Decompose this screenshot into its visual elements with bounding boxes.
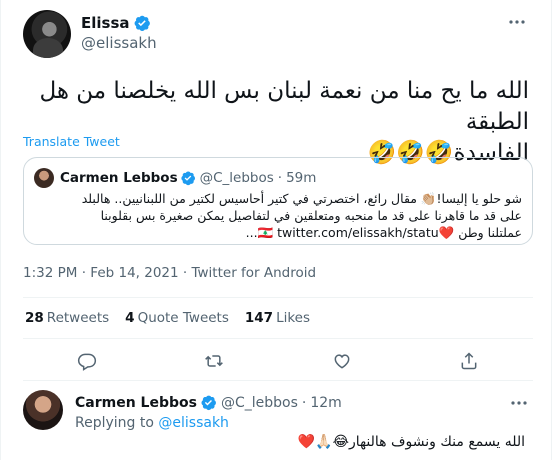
retweet-button[interactable] xyxy=(203,350,225,372)
author-names: Elissa @elissakh xyxy=(81,14,157,52)
divider xyxy=(23,297,533,298)
tweet-author: Elissa @elissakh xyxy=(23,10,157,58)
share-button[interactable] xyxy=(458,350,480,372)
quoted-author-handle: @C_lebbos xyxy=(199,170,274,186)
verified-badge-icon xyxy=(201,395,216,411)
more-options-icon[interactable] xyxy=(507,12,527,32)
separator: · xyxy=(277,170,283,186)
reply-author-handle[interactable]: @C_lebbos xyxy=(221,395,298,411)
quoted-text-line: عملتلنا وطن ❤️🇱🇧 twitter.com/elissakh/st… xyxy=(245,225,522,240)
reply-time[interactable]: 12m xyxy=(310,395,341,411)
tweet-detail-panel: Elissa @elissakh الله ما يح منا من نعمة … xyxy=(0,0,552,460)
avatar[interactable] xyxy=(23,10,71,58)
reply-text: الله يسمع منك ونشوف هالنهار😂🙏🏻❤️ xyxy=(297,434,525,450)
likes-count[interactable]: 147 Likes xyxy=(245,310,310,326)
author-handle[interactable]: @elissakh xyxy=(81,34,157,52)
tweet-stats: 28 Retweets 4 Quote Tweets 147 Likes xyxy=(25,310,326,326)
replying-to: Replying to @elissakh xyxy=(75,415,229,431)
tweet-text: الله ما يح منا من نعمة لبنان بس الله يخل… xyxy=(19,76,529,169)
avatar[interactable] xyxy=(23,390,63,430)
tweet-source[interactable]: Twitter for Android xyxy=(192,265,317,281)
quoted-tweet[interactable]: Carmen Lebbos @C_lebbos · 59m شو حلو يا … xyxy=(23,157,533,245)
like-icon xyxy=(334,354,350,369)
more-options-icon[interactable] xyxy=(509,393,529,413)
replying-to-link[interactable]: @elissakh xyxy=(158,415,229,431)
retweet-icon xyxy=(205,355,224,367)
tweet-metadata: 1:32 PM · Feb 14, 2021 · Twitter for And… xyxy=(23,265,316,281)
quoted-author-name: Carmen Lebbos xyxy=(60,170,178,186)
quoted-tweet-text: شو حلو يا إليسا!👏🏼 مقال رائع، اختصرتي في… xyxy=(34,190,522,241)
divider xyxy=(23,338,533,339)
replying-to-prefix: Replying to xyxy=(75,415,154,431)
tweet-actions xyxy=(23,350,533,372)
retweets-count[interactable]: 28 Retweets xyxy=(25,310,109,326)
tweet-text-line: الله ما يح منا من نعمة لبنان بس الله يخل… xyxy=(39,78,529,135)
tweet-date[interactable]: Feb 14, 2021 xyxy=(90,265,178,281)
separator: · xyxy=(182,265,188,281)
share-icon xyxy=(461,352,477,370)
separator: · xyxy=(301,394,307,411)
separator: · xyxy=(81,265,86,281)
author-display-name[interactable]: Elissa xyxy=(81,14,130,32)
verified-badge-icon xyxy=(181,171,195,186)
reply-button[interactable] xyxy=(76,350,98,372)
quoted-avatar xyxy=(34,168,54,188)
quote-tweets-count[interactable]: 4 Quote Tweets xyxy=(125,310,229,326)
quoted-time: 59m xyxy=(286,170,317,186)
divider xyxy=(23,380,533,381)
verified-badge-icon xyxy=(134,15,150,32)
tweet-time[interactable]: 1:32 PM xyxy=(23,265,77,281)
translate-tweet-link[interactable]: Translate Tweet xyxy=(23,134,120,149)
quoted-tweet-header: Carmen Lebbos @C_lebbos · 59m xyxy=(34,168,316,188)
reply-header: Carmen Lebbos @C_lebbos · 12m xyxy=(75,394,342,411)
reply-author-name[interactable]: Carmen Lebbos xyxy=(75,395,197,411)
reply-icon xyxy=(77,353,96,371)
quoted-text-line: على قد ما قاهرنا على قد ما منحبه ومتعلقي… xyxy=(100,208,522,223)
quoted-text-line: شو حلو يا إليسا!👏🏼 مقال رائع، اختصرتي في… xyxy=(81,191,522,206)
like-button[interactable] xyxy=(331,350,353,372)
